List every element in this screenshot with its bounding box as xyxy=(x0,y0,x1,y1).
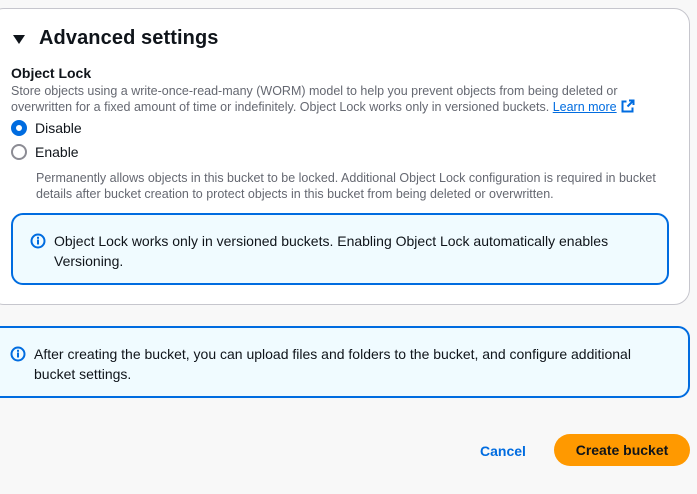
disable-radio-label: Disable xyxy=(35,120,82,136)
disable-radio[interactable] xyxy=(11,120,27,136)
object-lock-label: Object Lock xyxy=(11,65,92,81)
create-bucket-page: Advanced settings Object Lock Store obje… xyxy=(0,0,697,494)
info-icon xyxy=(10,346,26,362)
post-create-info-alert: After creating the bucket, you can uploa… xyxy=(0,326,690,398)
advanced-settings-toggle[interactable]: Advanced settings xyxy=(13,27,219,50)
object-lock-description-text: Store objects using a write-once-read-ma… xyxy=(11,84,618,114)
object-lock-disable-option[interactable]: Disable xyxy=(11,120,82,136)
object-lock-info-text: Object Lock works only in versioned buck… xyxy=(54,233,609,269)
object-lock-enable-option[interactable]: Enable xyxy=(11,144,79,160)
create-bucket-button[interactable]: Create bucket xyxy=(554,434,690,466)
info-icon xyxy=(30,233,46,249)
enable-radio-label: Enable xyxy=(35,144,79,160)
enable-radio[interactable] xyxy=(11,144,27,160)
learn-more-link[interactable]: Learn more xyxy=(553,100,617,114)
cancel-button[interactable]: Cancel xyxy=(470,436,536,466)
caret-down-icon xyxy=(13,35,25,44)
post-create-info-text: After creating the bucket, you can uploa… xyxy=(34,346,631,382)
enable-option-description: Permanently allows objects in this bucke… xyxy=(36,171,656,201)
object-lock-info-alert: Object Lock works only in versioned buck… xyxy=(11,213,669,285)
object-lock-description: Store objects using a write-once-read-ma… xyxy=(11,83,661,117)
external-link-icon[interactable] xyxy=(621,99,635,117)
advanced-settings-title: Advanced settings xyxy=(39,27,219,49)
